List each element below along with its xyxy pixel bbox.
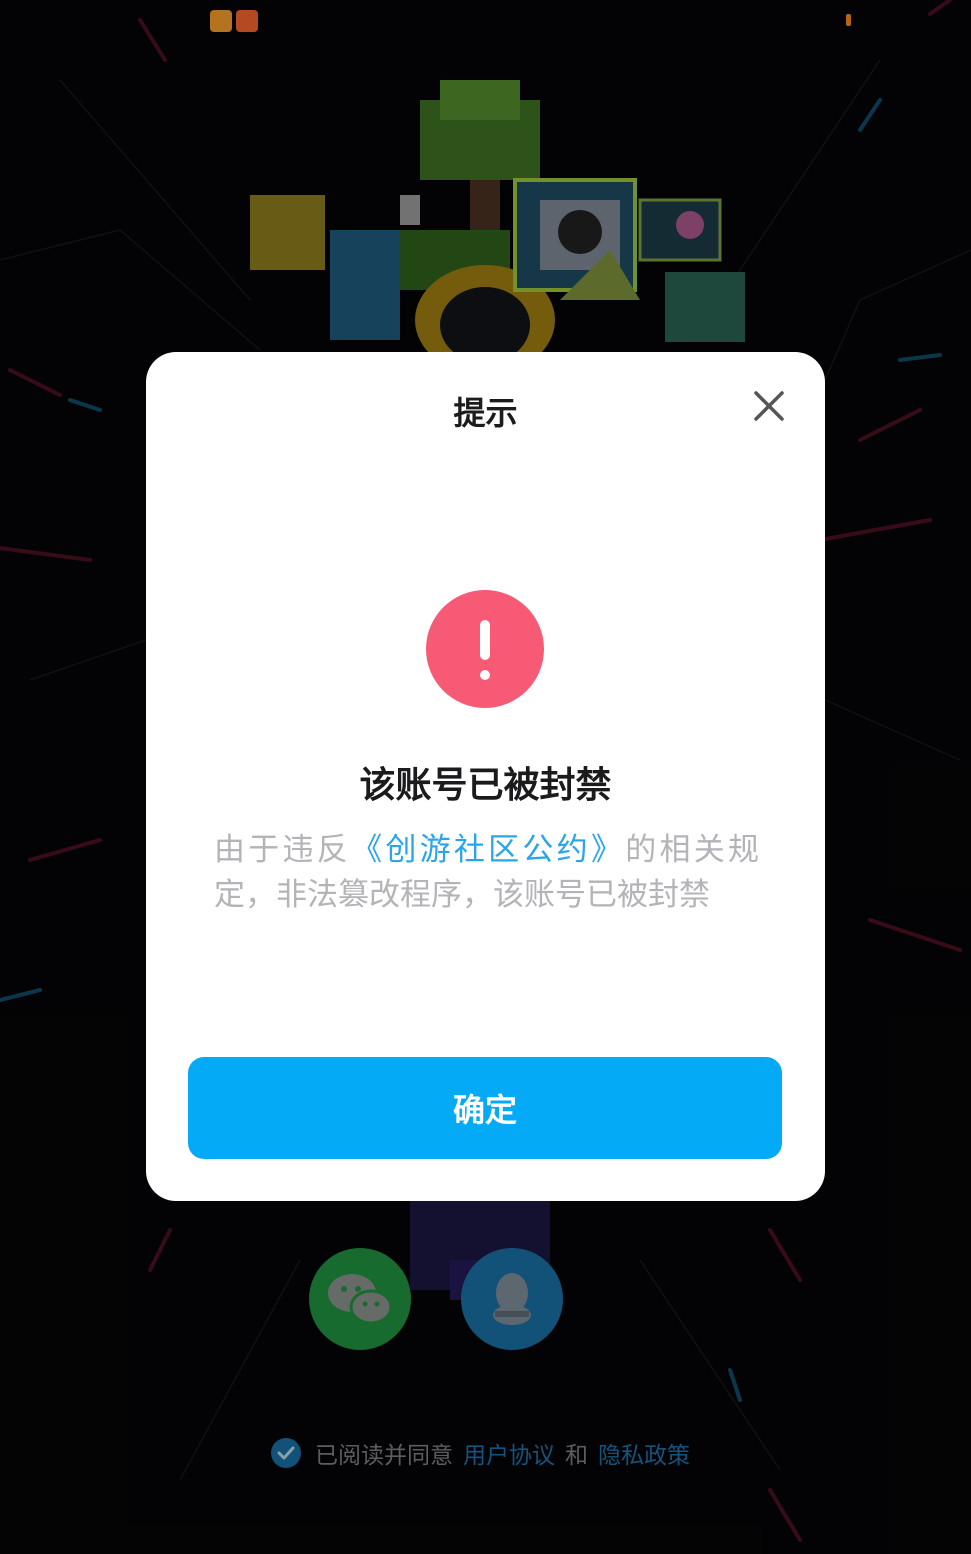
ban-message: 由于违反《创游社区公约》的相关规定，非法篡改程序，该账号已被封禁	[214, 828, 759, 918]
ban-notice-dialog: 提示 该账号已被封禁 由于违反《创游社区公约》的相关规定，非法篡改程序，该账号已…	[146, 352, 825, 1201]
dialog-title: 提示	[453, 394, 518, 432]
confirm-button[interactable]: 确定	[188, 1057, 782, 1159]
community-convention-link[interactable]: 《创游社区公约》	[351, 832, 625, 868]
close-icon	[754, 391, 784, 421]
exclamation-icon	[426, 590, 544, 708]
ban-headline: 该账号已被封禁	[359, 765, 612, 806]
close-button[interactable]	[751, 388, 787, 424]
message-prefix: 由于违反	[214, 832, 352, 868]
